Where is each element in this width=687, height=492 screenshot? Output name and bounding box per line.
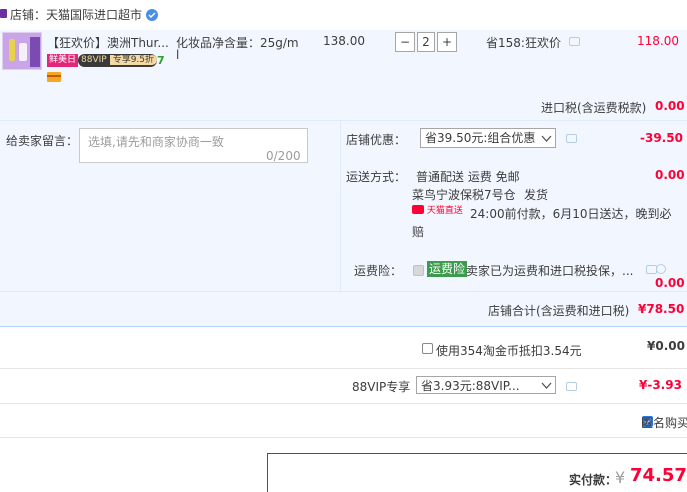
options-left-divider — [340, 121, 341, 291]
delivery-method: 普通配送 运费 免邮 — [416, 170, 520, 184]
tmall-direct-badge: 天猫直送 — [412, 205, 463, 217]
insurance-checkbox[interactable] — [413, 265, 424, 276]
quantity-minus-button[interactable]: − — [395, 32, 415, 52]
product-spec: 化妆品净含量：25g/m — [176, 36, 299, 50]
shop-icon — [0, 9, 7, 18]
message-placeholder: 选填,请先和商家协商一致 — [88, 135, 224, 149]
divider — [0, 437, 687, 438]
payment-currency: ¥ — [615, 468, 626, 487]
divider — [0, 403, 687, 404]
delivery-promise-cont: 赔 — [412, 225, 425, 239]
vip-selected: 省3.93元:88VIP... — [421, 379, 520, 393]
delivery-label: 运送方式： — [346, 170, 407, 184]
vip-select[interactable]: 省3.93元:88VIP... — [416, 376, 556, 394]
vip-label: 88VIP专享 — [352, 380, 411, 394]
tax-label: 进口税(含运费税款) — [541, 101, 647, 115]
message-label: 给卖家留言： — [6, 134, 79, 148]
product-spec-cont: l — [176, 48, 180, 62]
coins-value: ¥0.00 — [647, 339, 685, 353]
insurance-label: 运费险： — [354, 264, 403, 278]
item-promo: 省158:狂欢价 — [486, 36, 561, 50]
unit-price: 138.00 — [323, 34, 365, 48]
payment-value: 74.57 — [630, 465, 687, 486]
item-subtotal: 118.00 — [637, 34, 679, 48]
tag-88vip: 88VIP 专享9.5折 — [78, 54, 158, 67]
tag-88vip-label: 88VIP — [81, 55, 107, 65]
vip-info-icon[interactable] — [566, 382, 577, 391]
tag-seven-days: 7 — [157, 54, 165, 67]
shop-discount-value: -39.50 — [640, 131, 683, 145]
tmall-direct-label: 天猫直送 — [426, 206, 463, 216]
shop-name-link[interactable]: 天猫国际进口超市 — [46, 6, 142, 23]
promo-info-icon[interactable] — [569, 37, 580, 46]
product-thumbnail[interactable] — [2, 32, 42, 70]
payment-label: 实付款： — [569, 473, 618, 487]
shop-header: 店铺： 天猫国际进口超市 — [0, 0, 687, 30]
delivery-promise: 24:00前付款，6月10日送达，晚到必 — [470, 207, 672, 221]
message-textarea[interactable]: 选填,请先和商家协商一致 0/200 — [79, 128, 308, 163]
divider — [0, 368, 687, 369]
insurance-value: 0.00 — [655, 276, 685, 290]
quantity-input[interactable]: 2 — [417, 32, 435, 52]
coins-checkbox[interactable] — [422, 343, 433, 354]
delivery-value: 0.00 — [655, 168, 685, 182]
card-icon — [47, 72, 61, 82]
insurance-tag: 运费险 — [427, 261, 468, 277]
delivery-ship: 发货 — [524, 188, 549, 202]
coins-label: 使用354淘金币抵扣3.54元 — [436, 344, 582, 358]
shop-total-label: 店铺合计(含运费和进口税) — [488, 304, 630, 318]
shop-label: 店铺： — [10, 8, 47, 22]
tag-fresh-day: 鲜美日 — [47, 54, 79, 67]
product-title-link[interactable]: 【狂欢价】澳洲Thur... — [47, 34, 169, 51]
shop-total-value: ¥78.50 — [638, 302, 685, 316]
tmall-cat-icon — [412, 205, 424, 214]
tag-88vip-discount: 专享9.5折 — [109, 55, 158, 65]
insurance-help-icon[interactable] — [656, 264, 666, 274]
anonymous-label: 匿名购买 — [641, 416, 687, 430]
discount-info-icon[interactable] — [566, 134, 577, 143]
chevron-down-icon — [541, 135, 552, 142]
divider — [0, 326, 687, 327]
vip-value: ¥-3.93 — [639, 378, 682, 392]
tax-value: 0.00 — [655, 99, 685, 113]
shop-discount-selected: 省39.50元:组合优惠 — [425, 131, 536, 145]
shop-discount-select[interactable]: 省39.50元:组合优惠 — [420, 128, 556, 148]
delivery-warehouse: 菜鸟宁波保税7号仓 — [412, 188, 516, 202]
message-counter: 0/200 — [266, 149, 301, 163]
insurance-text: 卖家已为运费和进口税投保，... — [466, 264, 634, 278]
verified-badge-icon — [146, 9, 158, 21]
chevron-down-icon — [541, 382, 552, 389]
shop-discount-label: 店铺优惠： — [346, 133, 407, 147]
quantity-stepper: − 2 + — [395, 32, 463, 52]
quantity-plus-button[interactable]: + — [437, 32, 457, 52]
